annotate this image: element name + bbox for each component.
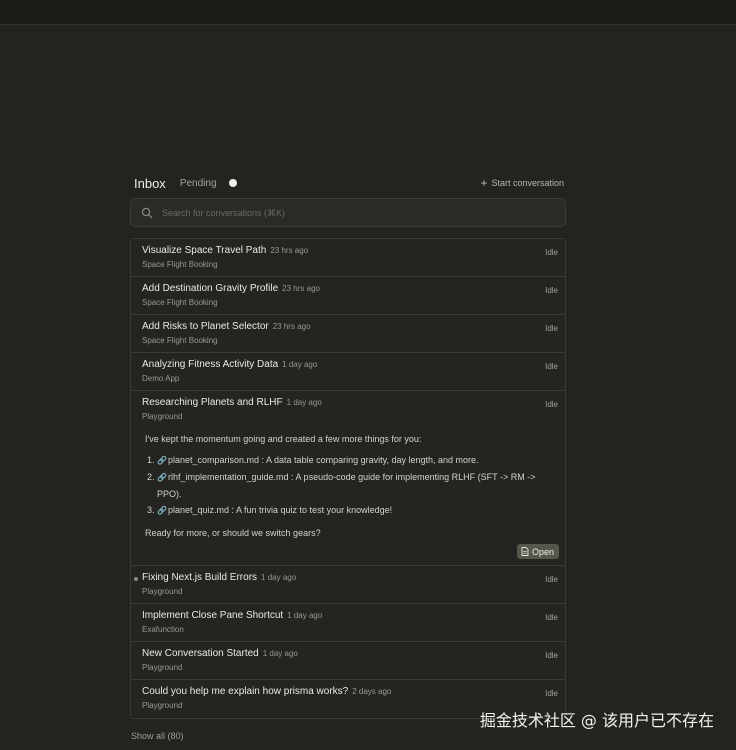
file-link[interactable]: planet_comparison.md bbox=[168, 455, 259, 465]
conversation-project: Demo App bbox=[142, 374, 180, 383]
conversation-title-line: Implement Close Pane Shortcut 1 day ago bbox=[142, 610, 555, 621]
conversation-status: Idle bbox=[545, 613, 558, 622]
conversation-title: Analyzing Fitness Activity Data bbox=[142, 359, 279, 370]
file-link[interactable]: planet_quiz.md bbox=[168, 505, 229, 515]
open-button[interactable]: Open bbox=[516, 544, 559, 559]
conversation-title: Fixing Next.js Build Errors bbox=[142, 572, 258, 583]
conversation-status: Idle bbox=[545, 689, 558, 698]
link-icon: 🔗 bbox=[157, 506, 167, 515]
header-left: Inbox Pending bbox=[134, 176, 237, 191]
conversation-title: Could you help me explain how prisma wor… bbox=[142, 686, 349, 697]
conversation-project: Space Flight Booking bbox=[142, 336, 218, 345]
toggle-knob bbox=[228, 179, 237, 187]
file-link[interactable]: rlhf_implementation_guide.md bbox=[168, 472, 289, 482]
conversation-status: Idle bbox=[545, 248, 558, 257]
conversation-status: Idle bbox=[545, 362, 558, 371]
pending-toggle[interactable] bbox=[222, 178, 237, 189]
conversation-title-line: New Conversation Started 1 day ago bbox=[142, 648, 555, 659]
conversation-item-expanded[interactable]: Researching Planets and RLHF 1 day ago P… bbox=[131, 391, 565, 566]
conversation-project: Playground bbox=[142, 587, 183, 596]
conversation-title-line: Could you help me explain how prisma wor… bbox=[142, 686, 555, 697]
start-conversation-button[interactable]: + Start conversation bbox=[480, 176, 564, 190]
conversation-time: 1 day ago bbox=[262, 649, 298, 658]
conversation-item[interactable]: New Conversation Started 1 day ago Playg… bbox=[131, 642, 565, 680]
conversation-list: Visualize Space Travel Path 23 hrs ago S… bbox=[130, 238, 566, 719]
conversation-item[interactable]: Add Risks to Planet Selector 23 hrs ago … bbox=[131, 315, 565, 353]
conversation-title: Visualize Space Travel Path bbox=[142, 245, 267, 256]
start-conversation-label: Start conversation bbox=[491, 178, 564, 188]
conversation-item[interactable]: Fixing Next.js Build Errors 1 day ago Pl… bbox=[131, 566, 565, 604]
file-list-item: 🔗planet_quiz.md : A fun trivia quiz to t… bbox=[157, 502, 555, 519]
conversation-title-line: Analyzing Fitness Activity Data 1 day ag… bbox=[142, 359, 555, 370]
link-icon: 🔗 bbox=[157, 473, 167, 482]
conversation-title: New Conversation Started bbox=[142, 648, 259, 659]
conversation-project: Space Flight Booking bbox=[142, 260, 218, 269]
conversation-title-line: Visualize Space Travel Path 23 hrs ago bbox=[142, 245, 555, 256]
message-preview: I've kept the momentum going and created… bbox=[142, 431, 555, 541]
watermark: 掘金技术社区 @ 该用户已不存在 bbox=[479, 711, 714, 730]
conversation-time: 23 hrs ago bbox=[270, 246, 309, 255]
conversation-item[interactable]: Analyzing Fitness Activity Data 1 day ag… bbox=[131, 353, 565, 391]
conversation-title: Add Destination Gravity Profile bbox=[142, 283, 279, 294]
document-icon bbox=[521, 547, 529, 556]
conversation-time: 1 day ago bbox=[282, 360, 318, 369]
conversation-title-line: Add Risks to Planet Selector 23 hrs ago bbox=[142, 321, 555, 332]
file-list-item: 🔗rlhf_implementation_guide.md : A pseudo… bbox=[157, 469, 555, 502]
inbox-header: Inbox Pending + Start conversation bbox=[130, 170, 566, 196]
conversation-time: 1 day ago bbox=[286, 398, 322, 407]
conversation-project: Space Flight Booking bbox=[142, 298, 218, 307]
conversation-title: Add Risks to Planet Selector bbox=[142, 321, 269, 332]
conversation-status: Idle bbox=[545, 286, 558, 295]
conversation-status: Idle bbox=[545, 400, 558, 409]
file-list-item: 🔗planet_comparison.md : A data table com… bbox=[157, 452, 555, 469]
conversation-status: Idle bbox=[545, 575, 558, 584]
conversation-time: 23 hrs ago bbox=[282, 284, 320, 293]
file-list: 🔗planet_comparison.md : A data table com… bbox=[145, 452, 555, 519]
search-input[interactable] bbox=[160, 206, 555, 219]
search-icon bbox=[141, 207, 153, 218]
conversation-item[interactable]: Visualize Space Travel Path 23 hrs ago S… bbox=[131, 239, 565, 277]
pending-label: Pending bbox=[179, 177, 217, 189]
conversation-title-line: Researching Planets and RLHF 1 day ago bbox=[142, 397, 555, 408]
search-bar bbox=[130, 198, 566, 227]
conversation-title-line: Fixing Next.js Build Errors 1 day ago bbox=[142, 572, 555, 583]
conversation-project: Playground bbox=[142, 663, 183, 672]
link-icon: 🔗 bbox=[157, 456, 167, 465]
conversation-item[interactable]: Add Destination Gravity Profile 23 hrs a… bbox=[131, 277, 565, 315]
conversation-time: 23 hrs ago bbox=[272, 322, 311, 331]
message-outro: Ready for more, or should we switch gear… bbox=[145, 528, 321, 538]
message-intro: I've kept the momentum going and created… bbox=[145, 434, 422, 444]
conversation-time: 1 day ago bbox=[261, 573, 297, 582]
file-description: : A fun trivia quiz to test your knowled… bbox=[229, 505, 393, 515]
conversation-project: Playground bbox=[142, 412, 183, 421]
conversation-item[interactable]: Implement Close Pane Shortcut 1 day ago … bbox=[131, 604, 565, 642]
inbox-panel: Inbox Pending + Start conversation Visua… bbox=[130, 170, 566, 719]
conversation-title-line: Add Destination Gravity Profile 23 hrs a… bbox=[142, 283, 555, 294]
plus-icon: + bbox=[480, 176, 488, 190]
conversation-time: 2 days ago bbox=[352, 687, 392, 696]
conversation-status: Idle bbox=[545, 324, 558, 333]
file-description: : A data table comparing gravity, day le… bbox=[259, 455, 479, 465]
conversation-title: Researching Planets and RLHF bbox=[142, 397, 283, 408]
top-bar bbox=[0, 0, 736, 25]
conversation-time: 1 day ago bbox=[287, 611, 323, 620]
conversation-title: Implement Close Pane Shortcut bbox=[142, 610, 284, 621]
unread-indicator bbox=[134, 577, 138, 581]
show-all-link[interactable]: Show all (80) bbox=[131, 731, 184, 741]
conversation-status: Idle bbox=[545, 651, 558, 660]
open-button-label: Open bbox=[531, 546, 554, 557]
conversation-project: Exafunction bbox=[142, 625, 184, 634]
page-title: Inbox bbox=[134, 175, 166, 191]
